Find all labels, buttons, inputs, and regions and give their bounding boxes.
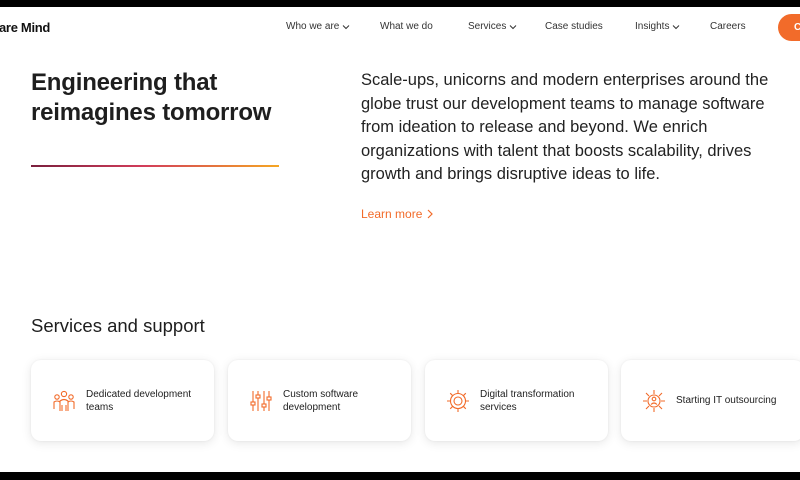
service-card-label: Custom software development — [283, 388, 359, 413]
nav-services[interactable]: Services — [468, 21, 517, 32]
service-card-label: Digital transformation services — [480, 388, 575, 413]
outsourcing-icon — [643, 389, 665, 412]
hero-description: Scale-ups, unicorns and modern enterpris… — [361, 71, 769, 183]
service-card-custom-software[interactable]: Custom software development — [228, 360, 411, 441]
service-card-dedicated-teams[interactable]: Dedicated development teams — [31, 360, 214, 441]
services-title: Services and support — [31, 315, 205, 336]
contact-button[interactable]: C — [778, 14, 800, 41]
nav-label: Insights — [635, 21, 670, 32]
sliders-icon — [250, 390, 272, 411]
nav-label: Careers — [710, 21, 746, 32]
page: are Mind Who we are What we do Services … — [0, 7, 800, 472]
hero-title: Engineering that reimagines tomorrow — [31, 69, 272, 126]
service-card-digital-transformation[interactable]: Digital transformation services — [425, 360, 608, 441]
nav-label: Who we are — [286, 21, 340, 32]
nav-careers[interactable]: Careers — [710, 21, 746, 32]
learn-more-label: Learn more — [361, 207, 423, 221]
nav-label: What we do — [380, 21, 433, 32]
hero-divider — [31, 165, 279, 167]
nav-case-studies[interactable]: Case studies — [545, 21, 603, 32]
nav-who-we-are[interactable]: Who we are — [286, 21, 350, 32]
site-header: are Mind Who we are What we do Services … — [0, 7, 800, 49]
service-card-label: Dedicated development teams — [86, 388, 192, 413]
nav-label: Case studies — [545, 21, 603, 32]
nav-what-we-do[interactable]: What we do — [380, 21, 433, 32]
service-card-label: Starting IT outsourcing — [676, 395, 777, 406]
nav-label: Services — [468, 21, 507, 32]
nav-insights[interactable]: Insights — [635, 21, 680, 32]
logo[interactable]: are Mind — [0, 20, 50, 35]
service-card-it-outsourcing[interactable]: Starting IT outsourcing — [621, 360, 800, 441]
gear-icon — [447, 389, 469, 412]
learn-more-link[interactable]: Learn more — [361, 207, 434, 221]
chevron-down-icon — [510, 24, 517, 29]
chevron-right-icon — [427, 209, 434, 219]
chevron-down-icon — [343, 24, 350, 29]
team-icon — [53, 390, 75, 411]
chevron-down-icon — [673, 24, 680, 29]
